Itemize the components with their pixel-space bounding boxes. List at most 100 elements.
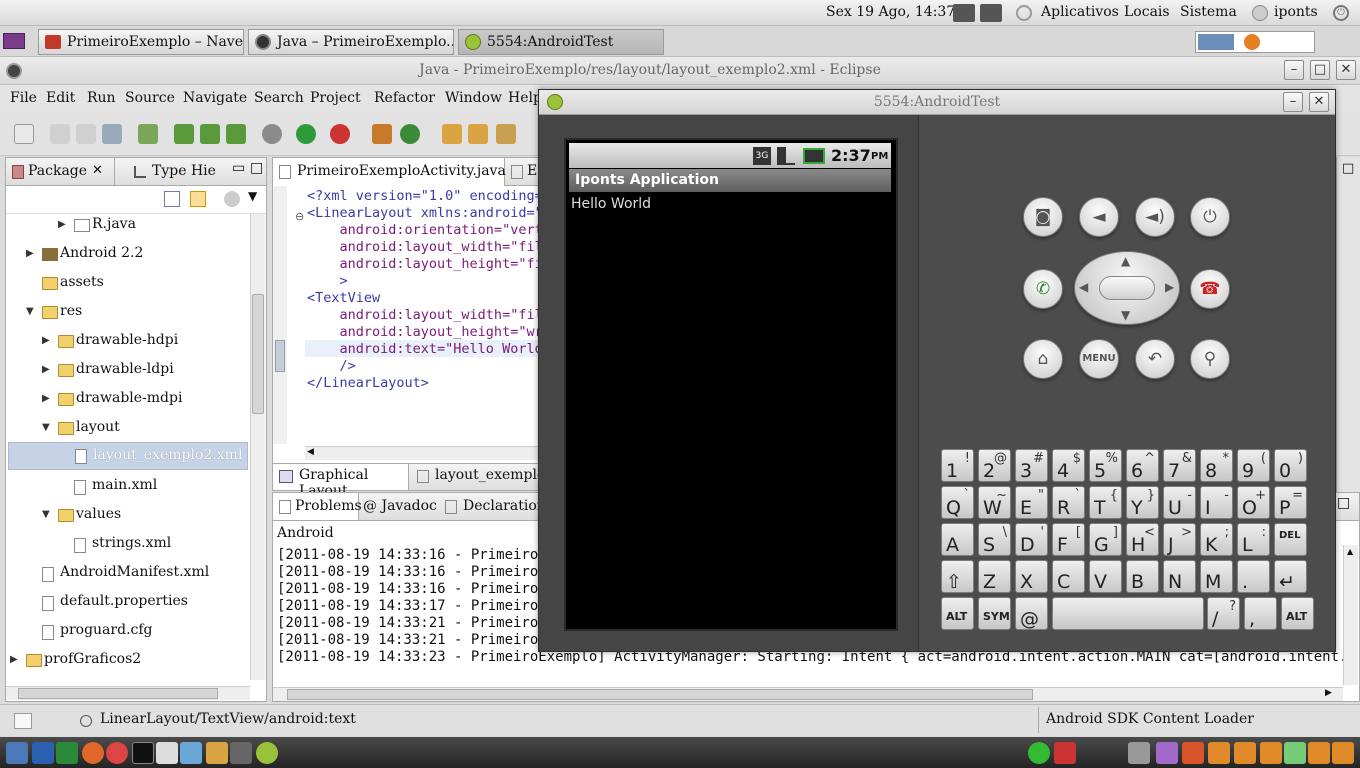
scroll-thumb[interactable] xyxy=(287,689,1033,700)
search-button[interactable]: ⚲ xyxy=(1190,339,1230,379)
dpad-center-button[interactable] xyxy=(1099,276,1155,300)
monitor-icon[interactable] xyxy=(1156,742,1178,764)
maximize-view-icon[interactable]: □ xyxy=(250,160,263,176)
scroll-left-icon[interactable]: ◀ xyxy=(307,447,314,457)
key-j[interactable]: J > xyxy=(1163,523,1196,556)
scroll-thumb[interactable] xyxy=(252,294,264,414)
tree-item-default-properties[interactable]: default.properties xyxy=(6,591,250,615)
power-icon[interactable]: ⏻ xyxy=(1333,5,1349,21)
folder-icon[interactable] xyxy=(1208,742,1230,764)
terminal-icon[interactable] xyxy=(132,742,154,764)
key-f[interactable]: F[ xyxy=(1052,523,1085,556)
search-icon[interactable] xyxy=(496,124,516,144)
new-java-project-icon[interactable] xyxy=(174,124,194,144)
dpad-down-icon[interactable]: ▼ xyxy=(1121,308,1130,322)
save-icon[interactable] xyxy=(50,124,70,144)
user-name[interactable]: iponts xyxy=(1274,4,1318,20)
fast-view-icon[interactable] xyxy=(14,713,32,729)
home-icon[interactable] xyxy=(1182,742,1204,764)
console-hscrollbar[interactable]: ▶ xyxy=(273,687,1343,701)
dpad-right-icon[interactable]: ▶ xyxy=(1165,280,1174,294)
key-u[interactable]: U- xyxy=(1163,486,1196,519)
key-.[interactable]: . xyxy=(1237,560,1270,593)
code-editor[interactable]: ⊖ <?xml version="1.0" encoding= <LinearL… xyxy=(287,186,541,444)
key-l[interactable]: L: xyxy=(1237,523,1270,556)
editor-hscrollbar[interactable]: ◀ xyxy=(305,446,539,460)
key-comma[interactable]: , xyxy=(1244,597,1277,630)
open-folder-icon[interactable] xyxy=(442,124,462,144)
vertical-scrollbar[interactable] xyxy=(250,214,265,680)
key-0[interactable]: 0) xyxy=(1274,449,1307,482)
dpad-left-icon[interactable]: ◀ xyxy=(1079,280,1088,294)
key-slash[interactable]: /? xyxy=(1207,597,1240,630)
accessibility-icon[interactable] xyxy=(6,742,28,764)
collapse-all-icon[interactable] xyxy=(164,191,180,207)
tree-item-android[interactable]: ▶ Android 2.2 xyxy=(6,243,250,267)
chrome-icon[interactable] xyxy=(106,742,128,764)
key-v[interactable]: V xyxy=(1089,560,1122,593)
open-type-icon[interactable] xyxy=(400,124,420,144)
firefox-icon[interactable] xyxy=(82,742,104,764)
key-r[interactable]: R ` xyxy=(1052,486,1085,519)
task-emulator[interactable]: 5554:AndroidTest xyxy=(458,29,664,55)
volume-up-button[interactable]: ◄) xyxy=(1135,197,1175,237)
menu-button[interactable]: MENU xyxy=(1079,339,1119,379)
key-y[interactable]: Y} xyxy=(1126,486,1159,519)
folder-icon[interactable] xyxy=(1308,742,1330,764)
key-⇧[interactable]: ⇧ xyxy=(941,560,974,593)
writer-icon[interactable] xyxy=(32,742,54,764)
close-button[interactable]: ✕ xyxy=(1336,60,1356,80)
run-icon[interactable] xyxy=(296,124,316,144)
key-o[interactable]: O + xyxy=(1237,486,1270,519)
home-button[interactable]: ⌂ xyxy=(1023,339,1063,379)
key-i[interactable]: I- xyxy=(1200,486,1233,519)
menu-sistema[interactable]: Sistema xyxy=(1180,4,1237,20)
key-q[interactable]: Q ` xyxy=(941,486,974,519)
workspace-1[interactable] xyxy=(1198,34,1234,50)
calc-icon[interactable] xyxy=(56,742,78,764)
tree-item-drawable-ldpi[interactable]: ▶ drawable-ldpi xyxy=(6,359,250,383)
tree-item-layout[interactable]: ▼ layout xyxy=(6,417,250,441)
tree-item-strings-xml[interactable]: strings.xml xyxy=(6,533,250,557)
menu-locais[interactable]: Locais xyxy=(1124,4,1170,20)
new-package-icon[interactable] xyxy=(226,124,246,144)
tree-item-assets[interactable]: assets xyxy=(6,272,250,296)
workspace-switcher[interactable] xyxy=(1195,31,1315,53)
key-7[interactable]: 7 & xyxy=(1163,449,1196,482)
scroll-up-icon[interactable]: ▲ xyxy=(1347,547,1353,556)
gmail-icon[interactable] xyxy=(1054,742,1076,764)
tree-item-layout-exemplo2[interactable]: layout_exemplo2.xml xyxy=(8,442,248,470)
cpu-monitor-icon[interactable] xyxy=(953,4,975,22)
virtualbox-icon[interactable] xyxy=(180,742,202,764)
tab-activity-java[interactable]: PrimeiroExemploActivity.java xyxy=(273,158,506,186)
menu-file[interactable]: File xyxy=(10,90,37,106)
files-icon[interactable] xyxy=(206,742,228,764)
folder-icon[interactable] xyxy=(1234,742,1256,764)
task-nautilus[interactable]: PrimeiroExemplo – Nave... xyxy=(38,29,244,55)
tab-package[interactable]: Package xyxy=(28,163,87,179)
menu-search[interactable]: Search xyxy=(254,90,304,106)
key-x[interactable]: X xyxy=(1015,560,1048,593)
tree-item-res[interactable]: ▼ res xyxy=(6,301,250,325)
device-screen[interactable]: 3G 2:37 PM Iponts Application Hello Worl… xyxy=(564,138,898,631)
menu-help[interactable]: Help xyxy=(508,90,542,106)
settings-icon[interactable] xyxy=(230,742,252,764)
minimize-button[interactable]: – xyxy=(1284,60,1304,80)
minimize-view-icon[interactable]: ▭ xyxy=(232,160,245,176)
key-at[interactable]: @ xyxy=(1015,597,1048,630)
key-w[interactable]: W ~ xyxy=(978,486,1011,519)
key-n[interactable]: N xyxy=(1163,560,1196,593)
close-button[interactable]: ✕ xyxy=(1309,92,1329,112)
link-editor-icon[interactable] xyxy=(190,191,206,207)
key-c[interactable]: C xyxy=(1052,560,1085,593)
trash-icon[interactable] xyxy=(1128,742,1150,764)
key-alt-right[interactable]: ALT xyxy=(1281,597,1314,630)
menu-edit[interactable]: Edit xyxy=(46,90,75,106)
menu-window[interactable]: Window xyxy=(445,90,502,106)
tree-item-values[interactable]: ▼ values xyxy=(6,504,250,528)
tree-item-drawable-hdpi[interactable]: ▶ drawable-hdpi xyxy=(6,330,250,354)
print-icon[interactable] xyxy=(102,124,122,144)
horizontal-scrollbar[interactable] xyxy=(6,686,250,700)
tree-item-manifest[interactable]: AndroidManifest.xml xyxy=(6,562,250,586)
show-desktop-icon[interactable] xyxy=(3,33,25,49)
